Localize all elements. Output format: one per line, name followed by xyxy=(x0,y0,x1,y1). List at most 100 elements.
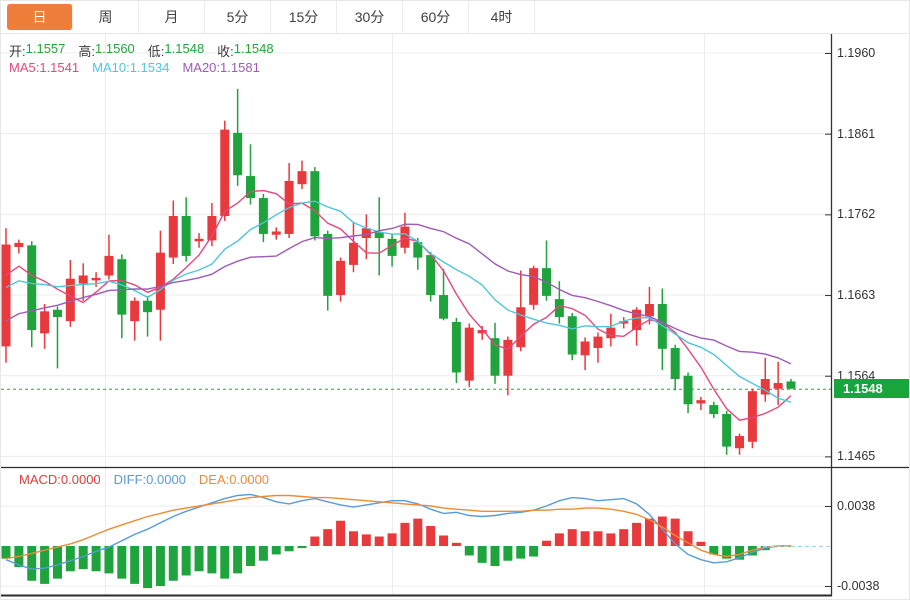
macd-bar xyxy=(117,546,126,579)
macd-bar xyxy=(503,546,512,561)
candle xyxy=(735,434,744,455)
candle xyxy=(709,402,718,418)
macd-bar xyxy=(388,533,397,546)
macd-bar xyxy=(632,523,641,546)
macd-bar xyxy=(400,523,409,546)
macd-bar xyxy=(529,546,538,557)
macd-bar xyxy=(53,546,62,579)
candlestick-chart-app: 日周月5分15分30分60分4时 开: 1.1557 高: 1.1560 低: … xyxy=(0,0,910,600)
macd-bar xyxy=(619,529,628,546)
candle xyxy=(117,254,126,338)
candle xyxy=(323,231,332,311)
candle xyxy=(182,197,191,261)
candle xyxy=(722,411,731,455)
candle xyxy=(645,287,654,324)
macd-bar xyxy=(272,546,281,554)
macd-bar xyxy=(27,546,36,581)
macd-bar xyxy=(130,546,139,584)
tab-timeframe-6[interactable]: 60分 xyxy=(403,1,469,33)
candle xyxy=(465,324,474,388)
candle xyxy=(40,304,49,349)
tab-timeframe-4[interactable]: 15分 xyxy=(271,1,337,33)
macd-bar xyxy=(516,546,525,559)
tab-timeframe-2[interactable]: 月 xyxy=(139,1,205,33)
candle xyxy=(491,323,500,384)
tab-timeframe-0[interactable]: 日 xyxy=(7,4,73,30)
candle xyxy=(195,233,204,248)
macd-bar xyxy=(452,543,461,546)
candle xyxy=(27,241,36,347)
candle xyxy=(349,222,358,273)
macd-bar xyxy=(439,535,448,546)
macd-bar xyxy=(285,546,294,551)
candle xyxy=(568,313,577,360)
candle xyxy=(787,379,796,389)
tab-timeframe-3[interactable]: 5分 xyxy=(205,1,271,33)
candle xyxy=(169,201,178,265)
tab-timeframe-1[interactable]: 周 xyxy=(73,1,139,33)
macd-bar xyxy=(581,531,590,546)
macd-bar xyxy=(349,531,358,546)
macd-bar xyxy=(593,531,602,546)
timeframe-tabbar: 日周月5分15分30分60分4时 xyxy=(1,1,909,34)
macd-bar xyxy=(156,546,165,586)
candle xyxy=(259,194,268,242)
macd-bar xyxy=(568,529,577,546)
macd-bar xyxy=(143,546,152,588)
macd-bar xyxy=(297,546,306,548)
candle xyxy=(542,240,551,300)
macd-bar xyxy=(555,533,564,546)
macd-bar xyxy=(259,546,268,561)
macd-bar xyxy=(182,546,191,575)
candle xyxy=(658,289,667,370)
macd-bar xyxy=(491,546,500,566)
candle xyxy=(130,297,139,340)
candle xyxy=(66,260,75,327)
macd-bar xyxy=(542,541,551,546)
candle xyxy=(220,121,229,221)
macd-bar xyxy=(207,546,216,573)
candles-group xyxy=(2,89,796,455)
candle xyxy=(14,240,23,254)
last-price-badge: 1.1548 xyxy=(834,379,910,398)
candle xyxy=(143,296,152,337)
candle xyxy=(92,272,101,287)
candle xyxy=(671,345,680,391)
candle xyxy=(285,163,294,238)
macd-bar xyxy=(375,537,384,546)
candle xyxy=(53,306,62,368)
candle xyxy=(272,227,281,239)
macd-bar xyxy=(336,521,345,546)
macd-bar xyxy=(220,546,229,579)
tab-timeframe-7[interactable]: 4时 xyxy=(469,1,535,33)
macd-bar xyxy=(684,531,693,546)
candle xyxy=(581,337,590,370)
macd-bar xyxy=(478,546,487,563)
candle xyxy=(761,358,770,402)
candle xyxy=(529,266,538,310)
macd-bar xyxy=(671,519,680,546)
chart-canvas[interactable] xyxy=(1,1,910,600)
macd-bar xyxy=(195,546,204,571)
candle xyxy=(606,314,615,347)
candle xyxy=(336,258,345,302)
macd-bar xyxy=(233,546,242,573)
macd-bar xyxy=(362,534,371,546)
candle xyxy=(233,89,242,186)
macd-bar xyxy=(246,546,255,566)
candle xyxy=(297,161,306,190)
macd-bar xyxy=(66,546,75,571)
candle xyxy=(593,333,602,363)
candle xyxy=(246,144,255,204)
macd-bar xyxy=(696,542,705,546)
macd-bar xyxy=(169,546,178,581)
candle xyxy=(684,372,693,413)
macd-bar xyxy=(104,546,113,573)
candle xyxy=(310,167,319,240)
macd-bar xyxy=(310,537,319,546)
macd-bar xyxy=(645,519,654,546)
candle xyxy=(388,234,397,267)
macd-bar xyxy=(465,546,474,555)
tab-timeframe-5[interactable]: 30分 xyxy=(337,1,403,33)
macd-bar xyxy=(413,519,422,546)
